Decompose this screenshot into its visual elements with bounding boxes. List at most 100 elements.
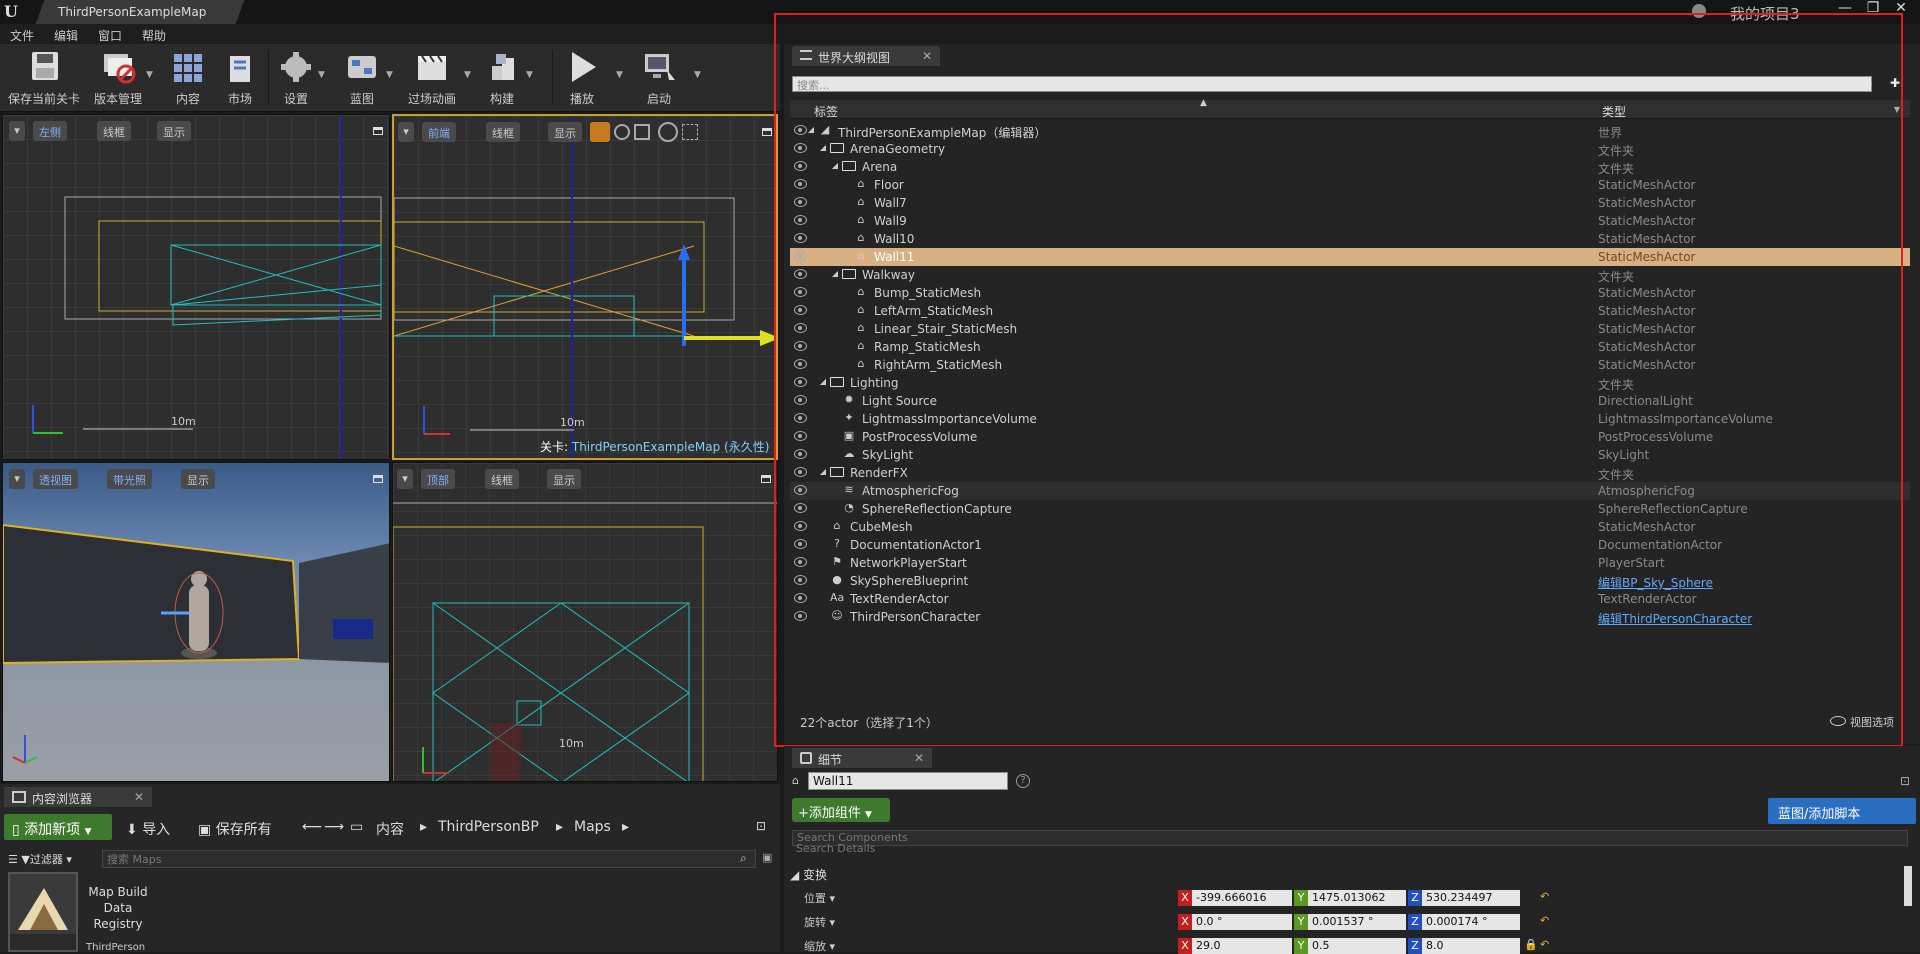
launch-button[interactable]: 启动 <box>632 48 686 108</box>
save-search-icon[interactable]: ▣ <box>762 851 772 864</box>
translate-tool-icon[interactable] <box>590 122 610 142</box>
breadcrumb-thirdpersonbp[interactable]: ThirdPersonBP <box>438 819 539 835</box>
level-name: ThirdPersonExampleMap (永久性) <box>571 440 770 454</box>
location-z-field[interactable]: 530.234497 <box>1422 890 1520 906</box>
breadcrumb-content[interactable]: 内容 <box>376 819 404 839</box>
forward-button[interactable]: ⟶ <box>318 814 350 840</box>
show-button[interactable]: 显示 <box>157 121 191 141</box>
rotate-tool-icon[interactable] <box>614 124 630 140</box>
new-file-icon: ▯ <box>12 822 25 838</box>
marketplace-icon <box>230 56 250 82</box>
gear-icon <box>281 52 311 82</box>
content-search-input[interactable]: 搜索 Maps <box>102 850 756 868</box>
unreal-logo-icon[interactable]: U <box>4 2 26 22</box>
reset-location-icon[interactable]: ↶ <box>1540 890 1549 903</box>
axis-x-badge: X <box>1178 890 1192 906</box>
maximize-viewport-icon[interactable] <box>373 475 383 483</box>
content-browser-tab[interactable]: 内容浏览器 ✕ <box>4 787 152 807</box>
lock-icon[interactable]: ⊡ <box>1900 774 1910 788</box>
viewport-options-arrow[interactable]: ▾ <box>397 469 413 489</box>
play-dropdown-arrow[interactable]: ▼ <box>616 70 623 80</box>
content-button[interactable]: 内容 <box>164 48 212 108</box>
show-button[interactable]: 显示 <box>547 469 581 489</box>
close-tab-icon[interactable]: ✕ <box>134 790 144 804</box>
filters-button[interactable]: ☰ ▼过滤器 ▾ <box>8 851 72 867</box>
save-all-icon: ▣ <box>198 822 216 838</box>
rotation-x-field[interactable]: 0.0 ° <box>1192 914 1292 930</box>
viewport-options-arrow[interactable]: ▾ <box>398 122 414 142</box>
location-x-field[interactable]: -399.666016 <box>1192 890 1292 906</box>
build-dropdown-arrow[interactable]: ▼ <box>526 70 533 80</box>
snap-icon[interactable] <box>682 124 698 140</box>
close-tab-icon[interactable]: ✕ <box>914 751 924 765</box>
actor-name-field[interactable]: Wall11 <box>808 772 1008 790</box>
view-mode-perspective-button[interactable]: 透视图 <box>33 469 78 489</box>
transform-section[interactable]: ◢ 变换 <box>790 866 827 883</box>
actor-icon: ⌂ <box>792 774 799 787</box>
location-y-field[interactable]: 1475.013062 <box>1308 890 1406 906</box>
menu-edit[interactable]: 编辑 <box>54 27 78 44</box>
rotation-z-field[interactable]: 0.000174 ° <box>1422 914 1520 930</box>
lit-mode-button[interactable]: 带光照 <box>107 469 152 489</box>
build-icon <box>492 54 514 80</box>
menu-file[interactable]: 文件 <box>10 27 34 44</box>
settings-button[interactable]: 设置 <box>274 48 318 108</box>
view-mode-top-button[interactable]: 顶部 <box>421 469 455 489</box>
viewport-perspective[interactable]: ▾ 透视图 带光照 显示 <box>2 462 390 782</box>
viewport-options-arrow[interactable]: ▾ <box>9 469 25 489</box>
add-component-button[interactable]: +添加组件 ▼ <box>792 798 890 822</box>
build-button[interactable]: 构建 <box>478 48 526 108</box>
wireframe-mode-button[interactable]: 线框 <box>486 122 520 142</box>
play-button[interactable]: 播放 <box>556 48 608 108</box>
save-level-button[interactable]: 保存当前关卡 <box>4 48 84 108</box>
viewport-top[interactable]: ▾ 顶部 线框 显示 10m <box>392 462 778 782</box>
maximize-viewport-icon[interactable] <box>761 475 771 483</box>
wireframe-mode-button[interactable]: 线框 <box>485 469 519 489</box>
source-control-dropdown-arrow[interactable]: ▼ <box>146 70 153 80</box>
details-scrollbar[interactable] <box>1904 866 1912 906</box>
help-icon[interactable]: ? <box>1016 774 1030 788</box>
source-control-button[interactable]: 版本管理 <box>88 48 148 108</box>
location-label[interactable]: 位置 ▾ <box>804 890 835 906</box>
marketplace-button[interactable]: 市场 <box>216 48 264 108</box>
menu-help[interactable]: 帮助 <box>142 27 166 44</box>
save-all-button[interactable]: ▣ 保存所有 <box>192 814 278 840</box>
details-tab[interactable]: 细节 ✕ <box>792 748 932 768</box>
map-build-data-thumbnail[interactable] <box>8 872 78 952</box>
view-mode-left-button[interactable]: 左侧 <box>33 121 67 141</box>
add-new-button[interactable]: ▯ 添加新项 ▼ <box>4 814 112 840</box>
show-button[interactable]: 显示 <box>181 469 215 489</box>
rotation-y-field[interactable]: 0.001537 ° <box>1308 914 1406 930</box>
viewport-left[interactable]: ▾ 左侧 线框 显示 10m <box>2 114 390 460</box>
reset-scale-icon[interactable]: ↶ <box>1540 938 1549 951</box>
viewport-options-arrow[interactable]: ▾ <box>9 121 25 141</box>
viewport-front[interactable]: ▾ 前端 线框 显示 10m 关卡: ThirdPersonExampleMap… <box>392 114 778 460</box>
scale-label: 10m <box>560 416 585 429</box>
blueprints-dropdown-arrow[interactable]: ▼ <box>386 70 393 80</box>
blueprints-button[interactable]: 蓝图 <box>338 48 386 108</box>
search-icon: ⌕ <box>740 851 747 865</box>
menu-window[interactable]: 窗口 <box>98 27 122 44</box>
settings-dropdown-arrow[interactable]: ▼ <box>318 70 325 80</box>
view-mode-front-button[interactable]: 前端 <box>422 122 456 142</box>
play-label: 播放 <box>569 92 594 106</box>
add-component-label: +添加组件 <box>798 806 861 821</box>
search-details-input[interactable]: Search Details <box>792 842 1852 858</box>
save-all-label: 保存所有 <box>215 822 272 838</box>
cinematics-dropdown-arrow[interactable]: ▼ <box>464 70 471 80</box>
breadcrumb-maps[interactable]: Maps <box>574 819 611 835</box>
wireframe-mode-button[interactable]: 线框 <box>97 121 131 141</box>
scale-tool-icon[interactable] <box>634 124 650 140</box>
rotation-label[interactable]: 旋转 ▾ <box>804 914 835 930</box>
world-local-icon[interactable] <box>658 122 678 142</box>
maximize-viewport-icon[interactable] <box>373 127 383 135</box>
import-button[interactable]: ⬇ 导入 <box>120 814 176 840</box>
maximize-viewport-icon[interactable] <box>762 128 772 136</box>
cinematics-button[interactable]: 过场动画 <box>400 48 464 108</box>
blueprint-add-script-button[interactable]: 蓝图/添加脚本 <box>1768 798 1916 824</box>
show-button[interactable]: 显示 <box>548 122 582 142</box>
reset-rotation-icon[interactable]: ↶ <box>1540 914 1549 927</box>
launch-dropdown-arrow[interactable]: ▼ <box>694 70 701 80</box>
lock-scale-icon[interactable]: 🔒 <box>1524 938 1538 951</box>
lock-icon[interactable]: ⊡ <box>756 819 766 833</box>
